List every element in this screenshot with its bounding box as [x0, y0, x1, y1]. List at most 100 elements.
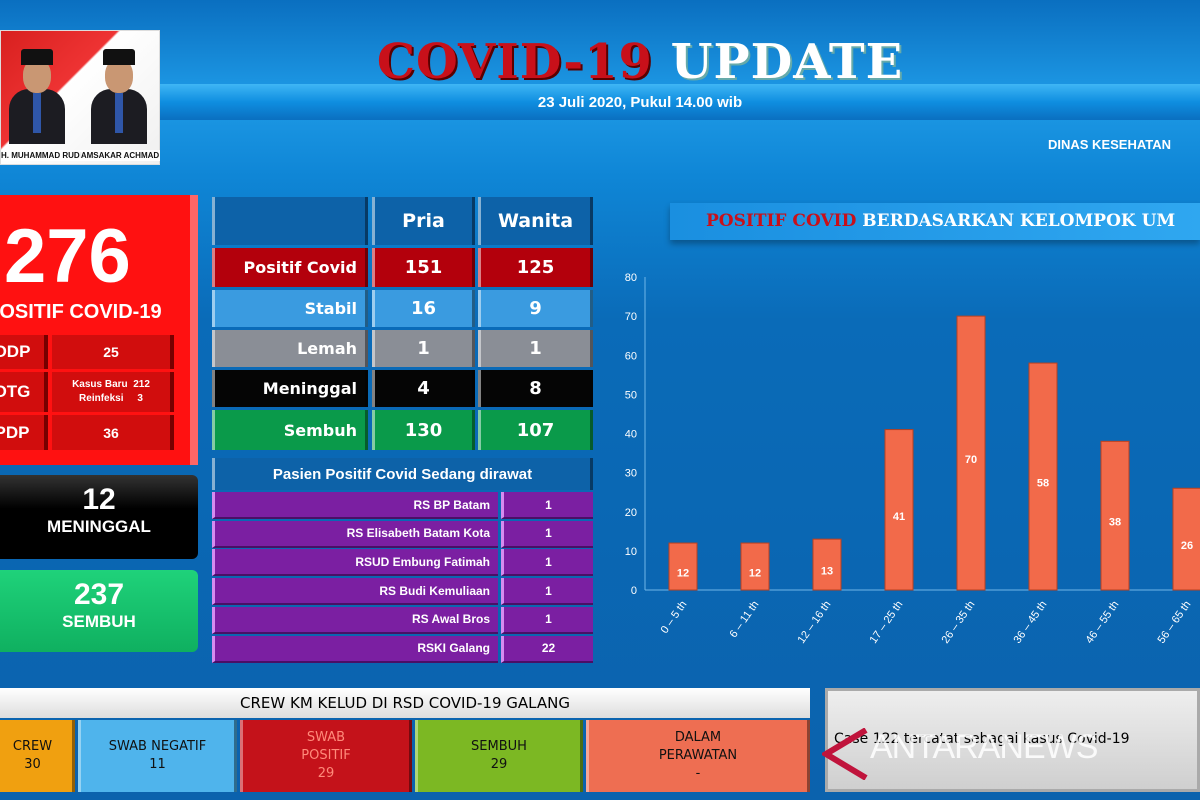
x-tick-label: 17 – 25 th	[868, 599, 906, 646]
hospital-count: 1	[501, 606, 593, 634]
column-header: Wanita	[478, 197, 593, 245]
x-tick-label: 12 – 16 th	[796, 599, 834, 646]
recovered-count: 237	[73, 578, 125, 611]
antaranews-logo-icon	[820, 727, 872, 781]
y-tick-label: 40	[625, 429, 637, 441]
wanita-value: 125	[478, 248, 593, 287]
crew-cell-label: DALAM PERAWATAN	[658, 730, 738, 763]
crew-cell-value: 30	[24, 757, 41, 772]
hospital-name: RS BP Batam	[212, 492, 498, 519]
data-label: 38	[1109, 517, 1121, 529]
bar	[1028, 362, 1058, 591]
crew-cell: SWAB POSITIF 29	[240, 720, 412, 792]
update-date: 23 Juli 2020, Pukul 14.00 wib	[537, 94, 743, 111]
hospital-count: 1	[501, 549, 593, 577]
watermark: ANTARANEWS	[870, 728, 1098, 766]
wanita-value: 8	[478, 370, 593, 407]
officials-photo: H. MUHAMMAD RUDI AMSAKAR ACHMAD	[0, 30, 160, 165]
agency-name: DINAS KESEHATAN	[1048, 137, 1172, 152]
x-tick-label: 36 – 45 th	[1012, 599, 1050, 646]
row-label: Sembuh	[212, 410, 368, 450]
hospital-count: 1	[501, 520, 593, 548]
crew-cell-value: 29	[490, 757, 508, 772]
wanita-value: 107	[478, 410, 593, 450]
bar	[884, 429, 914, 591]
data-label: 70	[965, 454, 977, 466]
pdp-label: PDP	[0, 415, 48, 450]
bar	[668, 542, 698, 591]
hospital-name: RS Awal Bros	[212, 606, 498, 634]
chart-title: POSITIF COVID BERDASARKAN KELOMPOK UM	[670, 203, 1200, 240]
x-tick-label: 6 – 11 th	[728, 599, 762, 640]
x-tick-label: 56 – 65 th	[1156, 599, 1194, 646]
hospital-count: 1	[501, 492, 593, 519]
deaths-box: 12 MENINGGAL	[0, 475, 198, 559]
age-group-bar-chart: 0 10 20 30 40 50 60 70 80 12 0 – 5 th 12 6 – 11 th 13…	[625, 272, 1200, 646]
data-label: 13	[821, 566, 833, 578]
positive-total: 276	[4, 214, 131, 299]
y-tick-label: 60	[625, 350, 637, 362]
y-tick-label: 70	[625, 311, 637, 323]
wanita-value: 1	[478, 330, 593, 367]
crew-cell-value: 29	[317, 766, 335, 781]
crew-cell-label: SEMBUH	[471, 739, 527, 754]
page-title: COVID-19 UPDATE	[376, 34, 904, 90]
data-label: 12	[749, 568, 761, 580]
photo-caption: H. MUHAMMAD RUDI	[1, 150, 82, 161]
x-tick-label: 46 – 55 th	[1084, 599, 1122, 646]
official-photo-2	[91, 49, 147, 144]
hospital-count: 1	[501, 578, 593, 606]
odp-value: 25	[52, 335, 174, 369]
bar	[1100, 440, 1130, 591]
column-header: Pria	[372, 197, 475, 245]
recovered-label: SEMBUH	[62, 612, 136, 631]
y-tick-label: 80	[625, 272, 637, 284]
bar	[740, 542, 770, 591]
hospital-name: RS Elisabeth Batam Kota	[212, 520, 498, 548]
wanita-value: 9	[478, 290, 593, 327]
pria-value: 151	[372, 248, 475, 287]
hospital-name: RS Budi Kemuliaan	[212, 578, 498, 606]
y-tick-label: 50	[625, 389, 637, 401]
data-label: 41	[893, 511, 905, 523]
official-photo-1	[9, 49, 65, 144]
hospital-name: RSUD Embung Fatimah	[212, 549, 498, 577]
hospital-name: RSKI Galang	[212, 635, 498, 663]
column-header-empty	[212, 197, 368, 245]
y-tick-label: 0	[631, 585, 637, 597]
hospital-table-title: Pasien Positif Covid Sedang dirawat	[212, 458, 593, 490]
recovered-box: 237 SEMBUH	[0, 570, 198, 652]
x-tick-label: 26 – 35 th	[940, 599, 978, 646]
bar	[1172, 487, 1200, 591]
row-label: Lemah	[212, 330, 368, 367]
otg-value: Kasus Baru 212 Reinfeksi 3	[52, 372, 174, 412]
row-label: Stabil	[212, 290, 368, 327]
pria-value: 4	[372, 370, 475, 407]
pdp-value: 36	[52, 415, 174, 450]
positive-panel: 276 POSITIF COVID-19 ODP 25 OTG Kasus Ba…	[0, 195, 198, 465]
data-label: 26	[1181, 540, 1193, 552]
photo-caption: AMSAKAR ACHMAD	[80, 150, 160, 161]
crew-cell-value: 11	[149, 757, 166, 772]
crew-cell-label: SWAB NEGATIF	[108, 739, 207, 754]
crew-cell-value: -	[695, 766, 701, 781]
pria-value: 16	[372, 290, 475, 327]
bar	[956, 315, 986, 591]
bar	[812, 538, 842, 591]
row-label: Positif Covid	[212, 248, 368, 287]
deaths-label: MENINGGAL	[47, 517, 151, 536]
deaths-count: 12	[82, 483, 116, 516]
positive-label: POSITIF COVID-19	[0, 301, 162, 323]
hospital-count: 22	[501, 635, 593, 663]
odp-label: ODP	[0, 335, 48, 369]
pria-value: 130	[372, 410, 475, 450]
crew-cell-label: SWAB POSITIF	[301, 730, 351, 763]
crew-cell: DALAM PERAWATAN -	[586, 720, 810, 792]
data-label: 12	[677, 568, 689, 580]
crew-cell: SEMBUH 29	[415, 720, 583, 792]
row-label: Meninggal	[212, 370, 368, 407]
crew-cell: SWAB NEGATIF 11	[78, 720, 237, 792]
pria-value: 1	[372, 330, 475, 367]
y-tick-label: 30	[625, 468, 637, 480]
x-tick-label: 0 – 5 th	[659, 599, 690, 636]
